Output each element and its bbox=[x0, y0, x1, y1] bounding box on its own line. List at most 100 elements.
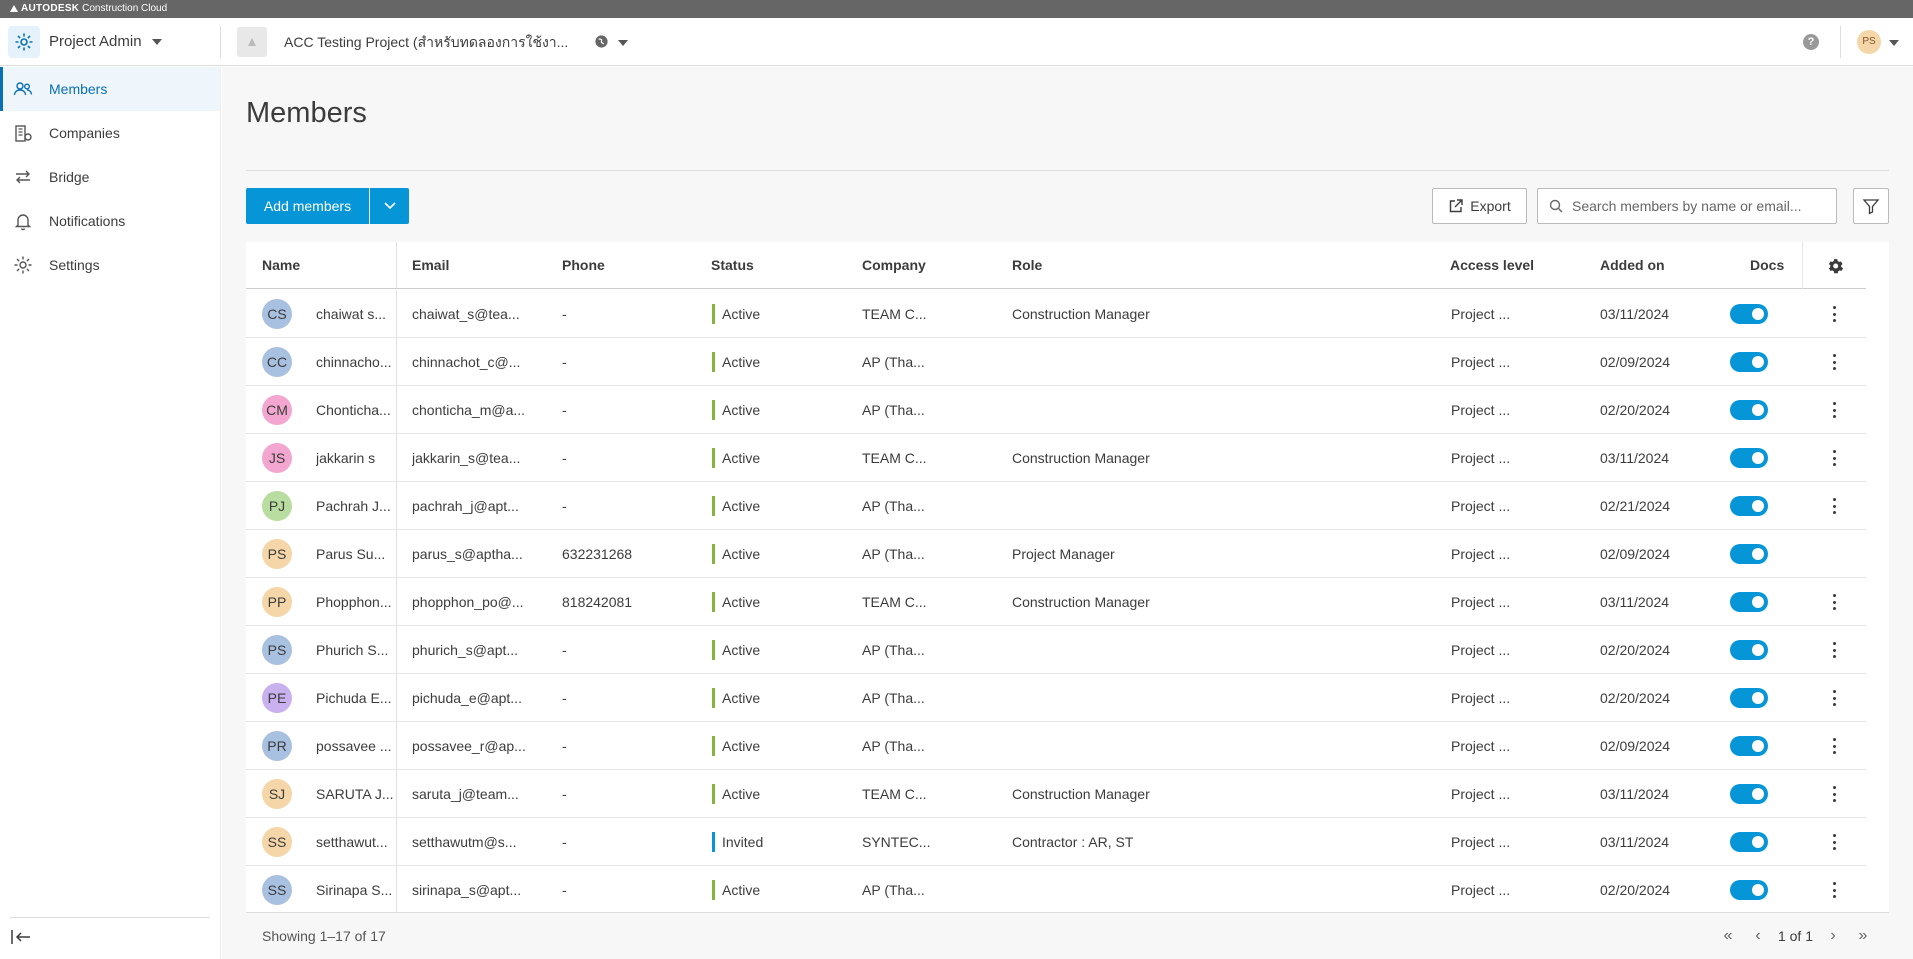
docs-access-toggle[interactable] bbox=[1730, 400, 1768, 420]
table-row[interactable]: PJ Pachrah J... pachrah_j@apt... - Active AP … bbox=[246, 482, 1866, 530]
column-header-added-on[interactable]: Added on bbox=[1600, 242, 1665, 289]
docs-access-toggle[interactable] bbox=[1730, 640, 1768, 660]
collapse-sidebar-icon[interactable] bbox=[10, 928, 32, 946]
docs-access-toggle[interactable] bbox=[1730, 592, 1768, 612]
member-name[interactable]: chinnacho... bbox=[316, 338, 392, 386]
more-options-icon[interactable] bbox=[1825, 353, 1843, 371]
table-row[interactable]: JS jakkarin s jakkarin_s@tea... - Active TEAM… bbox=[246, 434, 1866, 482]
table-row[interactable]: PP Phopphon... phopphon_po@... 818242081 Act… bbox=[246, 578, 1866, 626]
docs-access-toggle[interactable] bbox=[1730, 448, 1768, 468]
first-page-icon[interactable]: « bbox=[1718, 927, 1738, 945]
table-row[interactable]: PR possavee ... possavee_r@ap... - Active AP … bbox=[246, 722, 1866, 770]
column-settings-button[interactable] bbox=[1802, 242, 1866, 289]
pagination: « ‹ 1 of 1 › » bbox=[1718, 927, 1873, 945]
member-name[interactable]: SARUTA J... bbox=[316, 770, 394, 818]
member-name[interactable]: jakkarin s bbox=[316, 434, 375, 482]
member-email: phurich_s@apt... bbox=[412, 642, 519, 658]
docs-access-toggle[interactable] bbox=[1730, 304, 1768, 324]
docs-access-toggle[interactable] bbox=[1730, 784, 1768, 804]
more-options-icon[interactable] bbox=[1825, 689, 1843, 707]
more-options-icon[interactable] bbox=[1825, 833, 1843, 851]
more-options-icon[interactable] bbox=[1825, 497, 1843, 515]
sidebar-item-settings[interactable]: Settings bbox=[0, 243, 220, 287]
member-name[interactable]: Pachrah J... bbox=[316, 482, 391, 530]
avatar: SJ bbox=[262, 779, 292, 809]
previous-page-icon[interactable]: ‹ bbox=[1748, 927, 1768, 945]
sidebar-item-notifications[interactable]: Notifications bbox=[0, 199, 220, 243]
search-icon bbox=[1549, 199, 1563, 213]
column-header-status[interactable]: Status bbox=[711, 242, 754, 289]
member-name[interactable]: Phurich S... bbox=[316, 626, 388, 674]
project-name[interactable]: ACC Testing Project (สำหรับทดลองการใช้งา… bbox=[284, 18, 580, 66]
column-divider[interactable] bbox=[396, 242, 397, 288]
table-row[interactable]: SJ SARUTA J... saruta_j@team... - Active TEAM… bbox=[246, 770, 1866, 818]
more-options-icon[interactable] bbox=[1825, 881, 1843, 899]
column-header-docs[interactable]: Docs bbox=[1750, 242, 1784, 289]
project-admin-gear-icon[interactable] bbox=[8, 26, 40, 58]
add-members-button[interactable]: Add members bbox=[246, 188, 369, 224]
app-switcher-chevron-down-icon[interactable] bbox=[152, 39, 162, 45]
column-header-email[interactable]: Email bbox=[412, 242, 449, 289]
more-options-icon[interactable] bbox=[1825, 449, 1843, 467]
member-company: TEAM C... bbox=[862, 786, 927, 802]
more-options-icon[interactable] bbox=[1825, 737, 1843, 755]
table-row[interactable]: PS Phurich S... phurich_s@apt... - Active AP … bbox=[246, 626, 1866, 674]
member-name[interactable]: Chonticha... bbox=[316, 386, 391, 434]
docs-access-toggle[interactable] bbox=[1730, 544, 1768, 564]
more-options-icon[interactable] bbox=[1825, 401, 1843, 419]
member-name[interactable]: Pichuda E... bbox=[316, 674, 392, 722]
docs-access-toggle[interactable] bbox=[1730, 832, 1768, 852]
table-row[interactable]: CS chaiwat s... chaiwat_s@tea... - Active TEA… bbox=[246, 290, 1866, 338]
member-access-level: Project ... bbox=[1451, 642, 1511, 658]
column-header-role[interactable]: Role bbox=[1012, 242, 1042, 289]
avatar: JS bbox=[262, 443, 292, 473]
column-divider bbox=[396, 386, 397, 433]
next-page-icon[interactable]: › bbox=[1823, 927, 1843, 945]
table-row[interactable]: SS Sirinapa S... sirinapa_s@apt... - Active A… bbox=[246, 866, 1866, 912]
column-header-access-level[interactable]: Access level bbox=[1450, 242, 1534, 289]
table-row[interactable]: PE Pichuda E... pichuda_e@apt... - Active AP … bbox=[246, 674, 1866, 722]
table-row[interactable]: PS Parus Su... parus_s@aptha... 632231268 Ac… bbox=[246, 530, 1866, 578]
member-name[interactable]: Sirinapa S... bbox=[316, 866, 392, 912]
sidebar-item-members[interactable]: Members bbox=[0, 67, 220, 111]
docs-access-toggle[interactable] bbox=[1730, 736, 1768, 756]
user-avatar[interactable]: PS bbox=[1857, 30, 1881, 54]
brand-bar: AUTODESK Construction Cloud bbox=[0, 0, 1913, 18]
search-input[interactable] bbox=[1572, 189, 1832, 223]
member-name[interactable]: setthawut... bbox=[316, 818, 388, 866]
app-title[interactable]: Project Admin bbox=[49, 18, 142, 66]
more-options-icon[interactable] bbox=[1825, 593, 1843, 611]
more-options-icon[interactable] bbox=[1825, 305, 1843, 323]
sidebar-item-companies[interactable]: Companies bbox=[0, 111, 220, 155]
member-name[interactable]: possavee ... bbox=[316, 722, 392, 770]
column-header-phone[interactable]: Phone bbox=[562, 242, 605, 289]
member-name[interactable]: Parus Su... bbox=[316, 530, 385, 578]
member-email: chaiwat_s@tea... bbox=[412, 306, 520, 322]
docs-access-toggle[interactable] bbox=[1730, 496, 1768, 516]
last-page-icon[interactable]: » bbox=[1853, 927, 1873, 945]
member-company: TEAM C... bbox=[862, 450, 927, 466]
member-access-level: Project ... bbox=[1451, 834, 1511, 850]
member-name[interactable]: Phopphon... bbox=[316, 578, 392, 626]
add-members-dropdown-button[interactable] bbox=[370, 188, 409, 224]
user-menu-chevron-down-icon[interactable] bbox=[1889, 40, 1899, 46]
more-options-icon[interactable] bbox=[1825, 785, 1843, 803]
column-divider bbox=[396, 722, 397, 769]
filter-button[interactable] bbox=[1853, 188, 1889, 224]
column-header-name[interactable]: Name bbox=[262, 242, 300, 289]
more-options-icon[interactable] bbox=[1825, 641, 1843, 659]
export-button[interactable]: Export bbox=[1432, 188, 1527, 224]
column-header-company[interactable]: Company bbox=[862, 242, 926, 289]
member-phone: - bbox=[562, 642, 567, 658]
docs-access-toggle[interactable] bbox=[1730, 688, 1768, 708]
project-thumbnail-icon[interactable] bbox=[237, 27, 267, 57]
sidebar-item-bridge[interactable]: Bridge bbox=[0, 155, 220, 199]
help-icon[interactable]: ? bbox=[1803, 34, 1819, 50]
member-name[interactable]: chaiwat s... bbox=[316, 290, 386, 338]
docs-access-toggle[interactable] bbox=[1730, 880, 1768, 900]
table-row[interactable]: CM Chonticha... chonticha_m@a... - Active AP … bbox=[246, 386, 1866, 434]
docs-access-toggle[interactable] bbox=[1730, 352, 1768, 372]
table-row[interactable]: SS setthawut... setthawutm@s... - Invited SYN… bbox=[246, 818, 1866, 866]
table-row[interactable]: CC chinnacho... chinnachot_c@... - Active AP … bbox=[246, 338, 1866, 386]
project-switcher-chevron-down-icon[interactable] bbox=[618, 40, 628, 46]
